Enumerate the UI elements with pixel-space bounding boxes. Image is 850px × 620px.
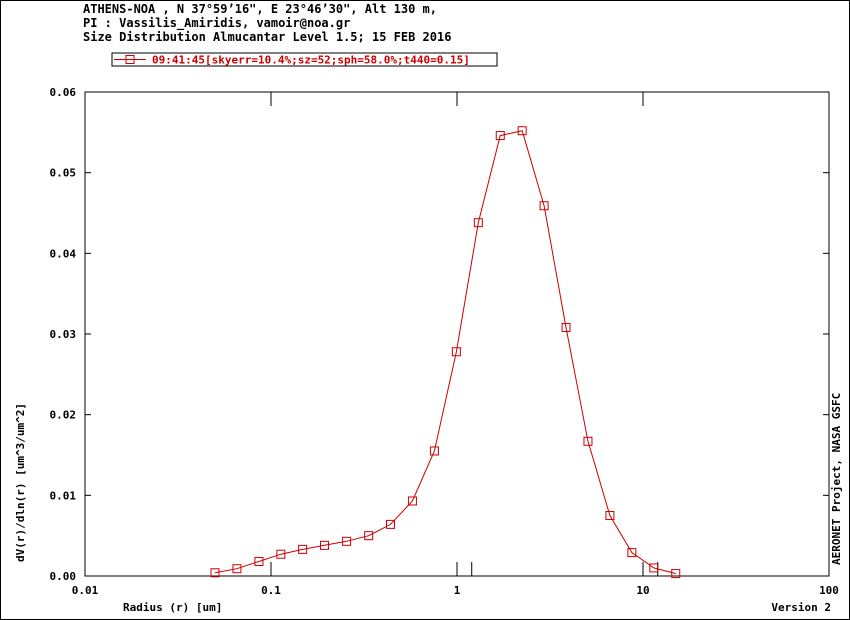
y-tick-label: 0.05 [50,167,77,180]
x-tick-label: 0.1 [261,584,281,597]
y-axis-label: dV(r)/dln(r) [um^3/um^2] [14,403,27,562]
series-line [214,130,676,575]
y-tick-label: 0.04 [50,247,77,260]
x-tick-label: 100 [819,584,839,597]
legend-label: 09:41:45[skyerr=10.4%;sz=52;sph=58.0%;t4… [152,54,470,67]
y-tick-label: 0.03 [50,328,77,341]
size-distribution-chart: 0.01 0.1 1 10 1000.000.010.020.030.040.050.0… [14,52,843,614]
plot-area-border [84,91,830,577]
legend: 09:41:45[skyerr=10.4%;sz=52;sph=58.0%;t4… [111,52,498,67]
x-tick-label: 10 [636,584,649,597]
version-label: Version 2 [771,601,831,614]
credit-label: AERONET Project, NASA GSFC [830,393,843,565]
y-tick-label: 0.06 [50,86,77,99]
x-axis-label: Radius (r) [um] [123,601,222,614]
axes-group: 0.01 0.1 1 10 1000.000.010.020.030.040.050.0… [50,86,839,597]
series-group [210,126,681,579]
y-tick-label: 0.01 [50,489,77,502]
x-tick-label: 1 [454,584,461,597]
x-tick-label: 0.01 [72,584,99,597]
y-tick-label: 0.00 [50,570,77,583]
y-tick-label: 0.02 [50,409,77,422]
